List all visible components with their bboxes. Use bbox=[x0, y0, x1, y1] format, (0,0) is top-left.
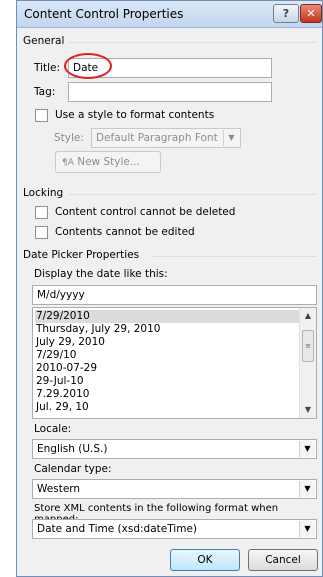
style-label: Style: bbox=[54, 132, 84, 144]
chevron-down-icon: ▼ bbox=[223, 130, 239, 146]
tag-label: Tag: bbox=[34, 86, 56, 98]
date-format-input[interactable]: M/d/yyyy bbox=[32, 285, 317, 305]
help-button[interactable]: ? bbox=[273, 4, 299, 23]
locale-label: Locale: bbox=[34, 423, 72, 435]
list-item[interactable]: July 29, 2010 bbox=[36, 336, 105, 349]
cannot-edit-checkbox[interactable] bbox=[35, 226, 48, 239]
ok-button[interactable]: OK bbox=[170, 549, 240, 571]
cannot-edit-label: Contents cannot be edited bbox=[55, 226, 195, 238]
new-style-button[interactable]: ¶A New Style... bbox=[55, 151, 161, 173]
dialog-title: Content Control Properties bbox=[24, 7, 184, 21]
cancel-button[interactable]: Cancel bbox=[248, 549, 318, 571]
cannot-delete-checkbox[interactable] bbox=[35, 206, 48, 219]
list-item[interactable]: Thursday, July 29, 2010 bbox=[36, 323, 160, 336]
locale-combo-value: English (U.S.) bbox=[37, 443, 108, 455]
use-style-checkbox[interactable] bbox=[35, 109, 48, 122]
xml-format-combo[interactable]: Date and Time (xsd:dateTime) ▼ bbox=[32, 519, 317, 539]
cannot-delete-label: Content control cannot be deleted bbox=[55, 206, 236, 218]
scroll-up-icon[interactable]: ▲ bbox=[300, 308, 316, 324]
locking-group-label: Locking bbox=[23, 187, 64, 199]
list-item[interactable]: 7.29.2010 bbox=[36, 388, 89, 401]
dialog-window: Content Control Properties ? ✕ General T… bbox=[16, 0, 323, 577]
scroll-thumb[interactable]: ≡ bbox=[302, 330, 314, 362]
calendar-type-label: Calendar type: bbox=[34, 463, 112, 475]
date-picker-group-label: Date Picker Properties bbox=[23, 249, 140, 261]
locale-combo[interactable]: English (U.S.) ▼ bbox=[32, 439, 317, 459]
general-divider bbox=[69, 42, 317, 43]
style-icon: ¶A bbox=[62, 158, 74, 168]
list-item[interactable]: 29-Jul-10 bbox=[36, 375, 84, 388]
chevron-down-icon: ▼ bbox=[299, 441, 315, 457]
date-format-list[interactable]: 7/29/2010 Thursday, July 29, 2010 July 2… bbox=[32, 307, 317, 419]
title-bar[interactable]: Content Control Properties ? ✕ bbox=[17, 1, 322, 28]
style-combo-value: Default Paragraph Font bbox=[96, 132, 218, 144]
list-scrollbar[interactable]: ▲ ≡ ▼ bbox=[299, 308, 316, 418]
list-item[interactable]: 7/29/2010 bbox=[35, 310, 311, 323]
list-item[interactable]: 2010-07-29 bbox=[36, 362, 97, 375]
date-picker-divider bbox=[152, 256, 317, 257]
chevron-down-icon: ▼ bbox=[299, 481, 315, 497]
title-label: Title: bbox=[34, 62, 61, 74]
xml-combo-value: Date and Time (xsd:dateTime) bbox=[37, 523, 198, 535]
calendar-combo-value: Western bbox=[37, 483, 81, 495]
list-item[interactable]: 7/29/10 bbox=[36, 349, 76, 362]
general-group-label: General bbox=[23, 35, 65, 47]
style-combo[interactable]: Default Paragraph Font ▼ bbox=[91, 128, 241, 148]
list-item[interactable]: Jul. 29, 10 bbox=[36, 401, 89, 414]
new-style-label: New Style... bbox=[77, 156, 140, 168]
use-style-label: Use a style to format contents bbox=[55, 109, 215, 121]
chevron-down-icon: ▼ bbox=[299, 521, 315, 537]
scroll-down-icon[interactable]: ▼ bbox=[300, 402, 316, 418]
close-button[interactable]: ✕ bbox=[300, 4, 322, 23]
annotation-circle bbox=[64, 53, 112, 79]
tag-input[interactable] bbox=[68, 82, 272, 102]
display-format-label: Display the date like this: bbox=[34, 268, 168, 280]
locking-divider bbox=[69, 194, 317, 195]
calendar-type-combo[interactable]: Western ▼ bbox=[32, 479, 317, 499]
